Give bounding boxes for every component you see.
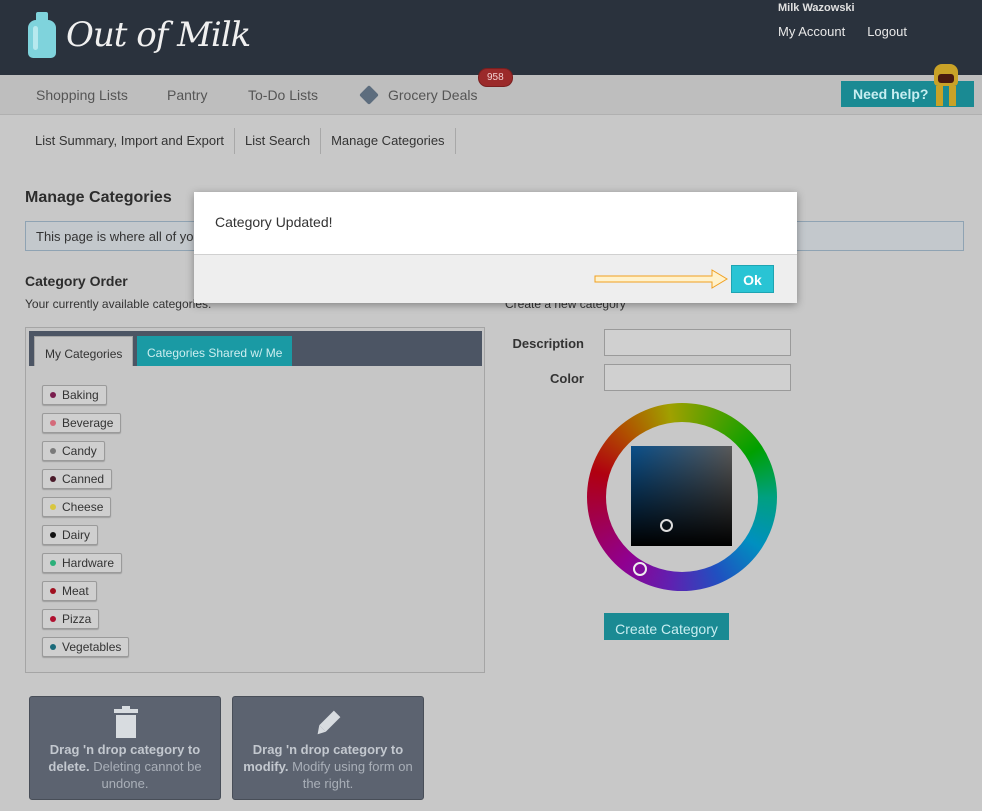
category-label: Baking [62,388,99,402]
modify-dropzone-text: Modify using form on the right. [288,759,413,791]
modify-dropzone[interactable]: Drag 'n drop category to modify. Modify … [232,696,424,800]
category-label: Canned [62,472,105,486]
category-color-dot [50,448,56,454]
category-color-dot [50,588,56,594]
category-item[interactable]: Baking [42,385,107,405]
category-item[interactable]: Cheese [42,497,112,517]
subnav-list-search[interactable]: List Search [235,128,322,154]
category-color-dot [50,476,56,482]
color-input[interactable] [604,364,791,391]
milk-bottle-icon [28,12,56,58]
top-header: Out of Milk Milk Wazowski My Account Log… [0,0,982,75]
category-item[interactable]: Hardware [42,553,123,573]
category-order-title: Category Order [25,273,128,289]
category-updated-dialog: Category Updated! Ok [194,192,797,303]
color-label: Color [550,371,584,386]
category-item[interactable]: Canned [42,469,113,489]
category-color-dot [50,504,56,510]
category-item[interactable]: Candy [42,441,105,461]
nav-todo-lists[interactable]: To-Do Lists [248,87,318,103]
user-name: Milk Wazowski [778,2,855,14]
description-input[interactable] [604,329,791,356]
info-text: This page is where all of you [36,229,201,244]
subnav-manage-categories[interactable]: Manage Categories [321,128,456,154]
description-label: Description [512,336,584,351]
delete-dropzone[interactable]: Drag 'n drop category to delete. Deletin… [29,696,221,800]
category-panel: My Categories Categories Shared w/ Me Ba… [25,327,485,673]
pencil-icon [317,710,341,735]
category-label: Meat [62,584,89,598]
category-item[interactable]: Dairy [42,525,99,545]
nav-grocery-deals-label: Grocery Deals [388,87,478,103]
trash-icon [114,706,138,738]
hue-handle[interactable] [633,562,647,576]
saturation-value-picker[interactable] [631,446,732,546]
category-item[interactable]: Pizza [42,609,100,629]
category-color-dot [50,420,56,426]
category-label: Pizza [62,612,92,626]
category-label: Dairy [62,528,91,542]
nav-pantry[interactable]: Pantry [167,87,207,103]
page-title: Manage Categories [25,189,172,206]
category-item[interactable]: Vegetables [42,637,130,657]
category-color-dot [50,644,56,650]
tab-my-categories[interactable]: My Categories [34,336,134,366]
dialog-footer: Ok [194,254,797,303]
category-label: Candy [62,444,97,458]
app-logo[interactable]: Out of Milk [28,12,251,58]
mascot-icon [932,64,966,106]
category-label: Beverage [62,416,114,430]
saturation-handle[interactable] [660,519,673,532]
category-item[interactable]: Meat [42,581,97,601]
category-order-subtitle: Your currently available categories. [25,297,212,311]
category-color-dot [50,560,56,566]
arrow-right-icon [594,269,728,289]
category-label: Hardware [62,556,115,570]
sub-nav: List Summary, Import and Export List Sea… [25,128,456,154]
logout-link[interactable]: Logout [867,24,907,39]
ok-button[interactable]: Ok [731,265,774,293]
subnav-list-summary[interactable]: List Summary, Import and Export [25,128,236,154]
tag-icon [359,85,379,105]
category-color-dot [50,616,56,622]
my-account-link[interactable]: My Account [778,24,845,39]
category-label: Cheese [62,500,104,514]
nav-shopping-lists[interactable]: Shopping Lists [36,87,128,103]
app-name: Out of Milk [66,15,251,55]
tab-shared-categories[interactable]: Categories Shared w/ Me [137,336,293,366]
delete-dropzone-text: Deleting cannot be undone. [89,759,202,791]
category-color-dot [50,532,56,538]
deals-count-badge: 958 [478,68,513,87]
create-category-button[interactable]: Create Category [604,613,729,640]
dialog-message: Category Updated! [215,214,333,230]
category-label: Vegetables [62,640,122,654]
category-color-dot [50,392,56,398]
category-tab-bar: My Categories Categories Shared w/ Me [29,331,482,366]
category-item[interactable]: Beverage [42,413,122,433]
nav-grocery-deals[interactable]: Grocery Deals [359,85,478,105]
